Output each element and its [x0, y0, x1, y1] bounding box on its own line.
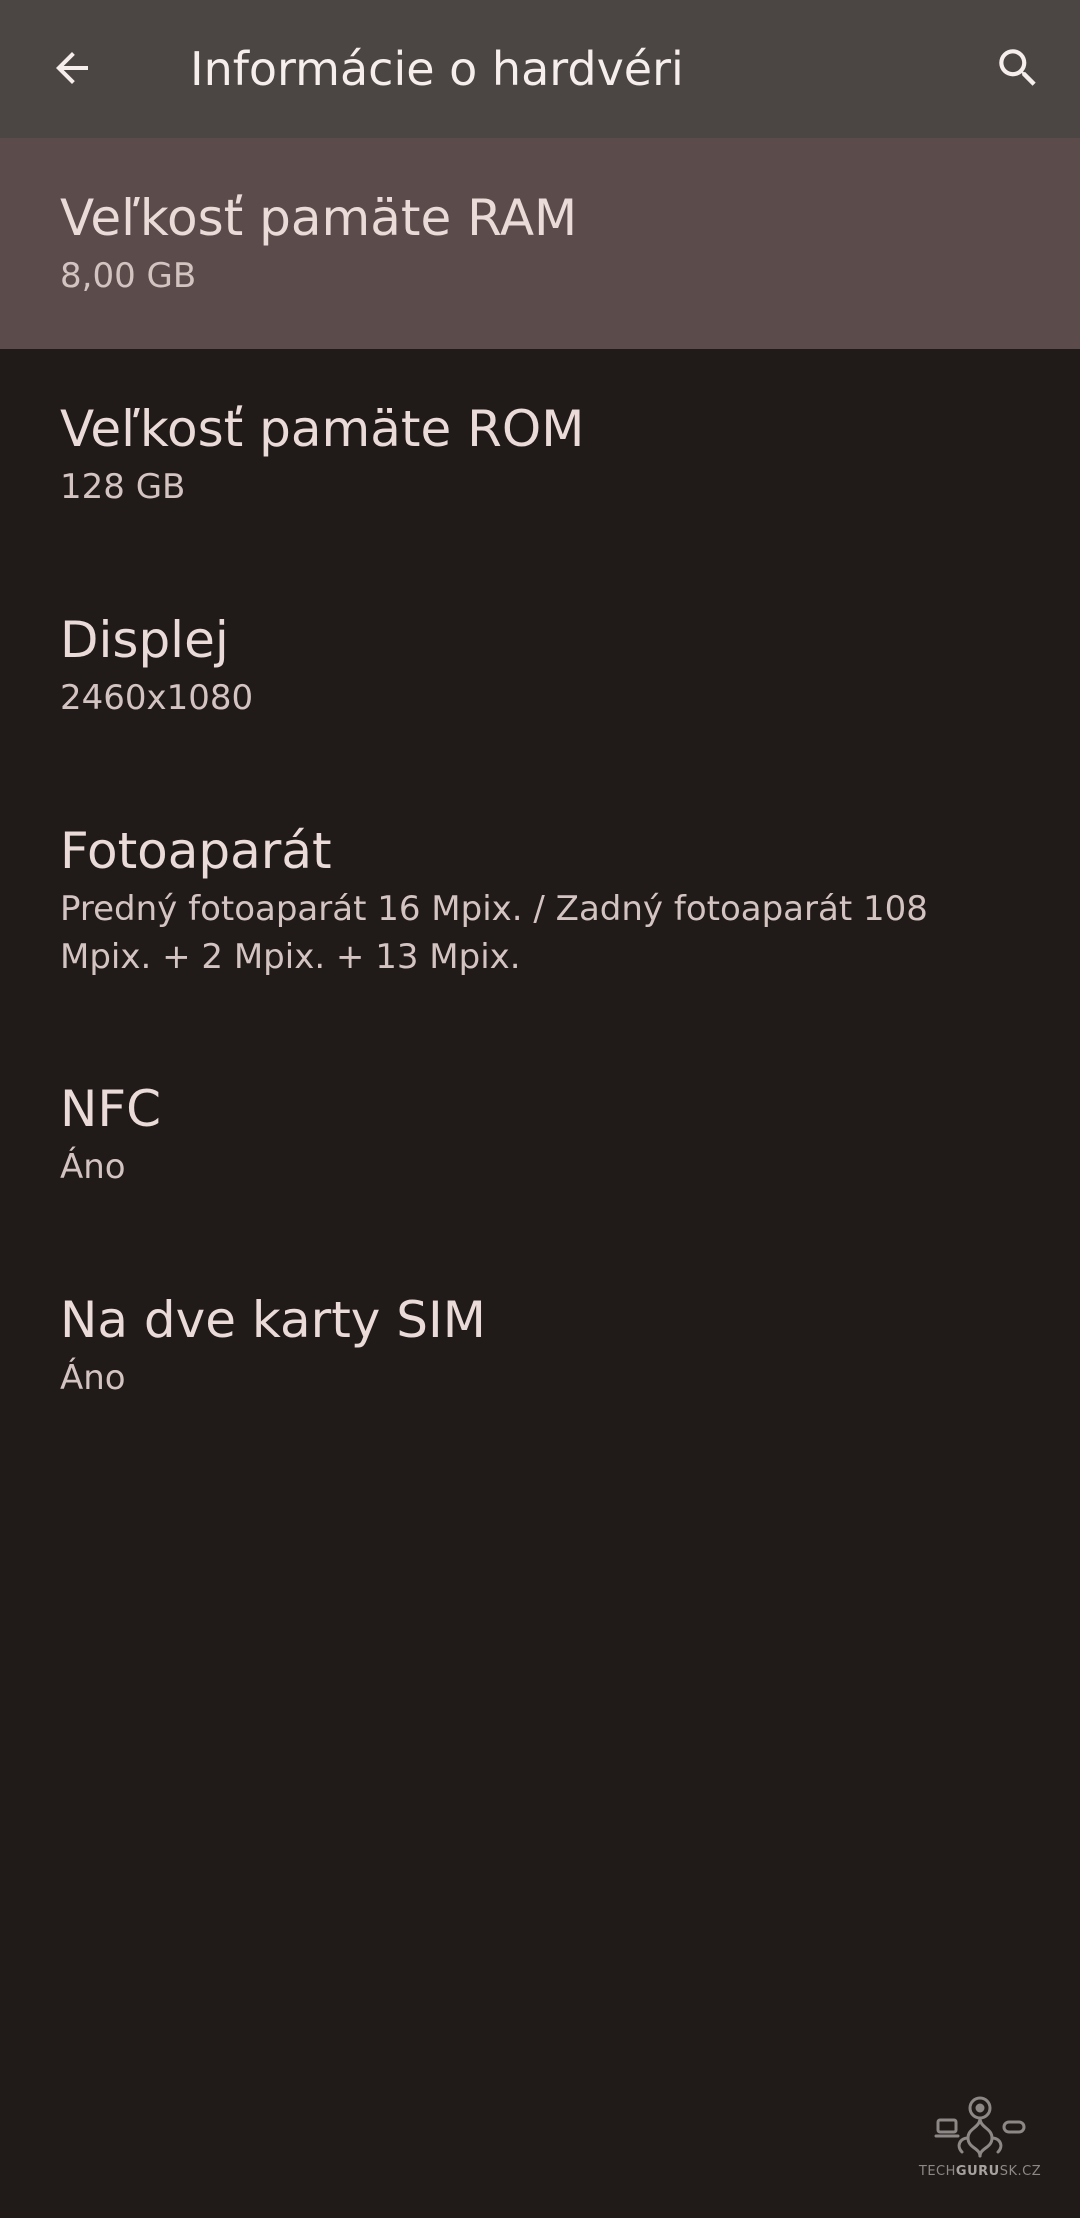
- watermark-text: TECHGURUSK.CZ: [918, 2164, 1042, 2179]
- list-item-rom[interactable]: Veľkosť pamäte ROM 128 GB: [0, 349, 1080, 560]
- page-title: Informácie o hardvéri: [190, 42, 684, 96]
- item-title: Displej: [60, 611, 229, 669]
- back-button[interactable]: [34, 30, 110, 106]
- list-item-camera[interactable]: Fotoaparát Predný fotoaparát 16 Mpix. / …: [0, 771, 1080, 1029]
- search-icon: [999, 49, 1036, 86]
- item-value: Áno: [60, 1358, 126, 1398]
- list-item-ram[interactable]: Veľkosť pamäte RAM 8,00 GB: [0, 138, 1080, 349]
- arrow-back-icon: [56, 52, 88, 84]
- item-value: 128 GB: [60, 467, 186, 507]
- list-item-display[interactable]: Displej 2460x1080: [0, 560, 1080, 771]
- item-title: Veľkosť pamäte RAM: [60, 189, 578, 247]
- item-title: NFC: [60, 1080, 162, 1138]
- search-button[interactable]: [980, 30, 1056, 106]
- item-title: Na dve karty SIM: [60, 1291, 486, 1349]
- list-item-nfc[interactable]: NFC Áno: [0, 1029, 1080, 1240]
- hardware-info-list: Veľkosť pamäte RAM 8,00 GB Veľkosť pamät…: [0, 138, 1080, 1451]
- list-item-dual-sim[interactable]: Na dve karty SIM Áno: [0, 1240, 1080, 1451]
- watermark: TECHGURUSK.CZ: [912, 2094, 1048, 2190]
- item-value: 2460x1080: [60, 678, 254, 718]
- item-title: Veľkosť pamäte ROM: [60, 400, 585, 458]
- item-value: Áno: [60, 1147, 126, 1187]
- item-title: Fotoaparát: [60, 822, 332, 880]
- item-value: 8,00 GB: [60, 256, 197, 296]
- app-bar: Informácie o hardvéri: [0, 0, 1080, 138]
- watermark-logo-icon: [934, 2096, 1026, 2158]
- screen: Informácie o hardvéri Veľkosť pamäte RAM…: [0, 0, 1080, 2218]
- item-value: Predný fotoaparát 16 Mpix. / Zadný fotoa…: [60, 889, 928, 977]
